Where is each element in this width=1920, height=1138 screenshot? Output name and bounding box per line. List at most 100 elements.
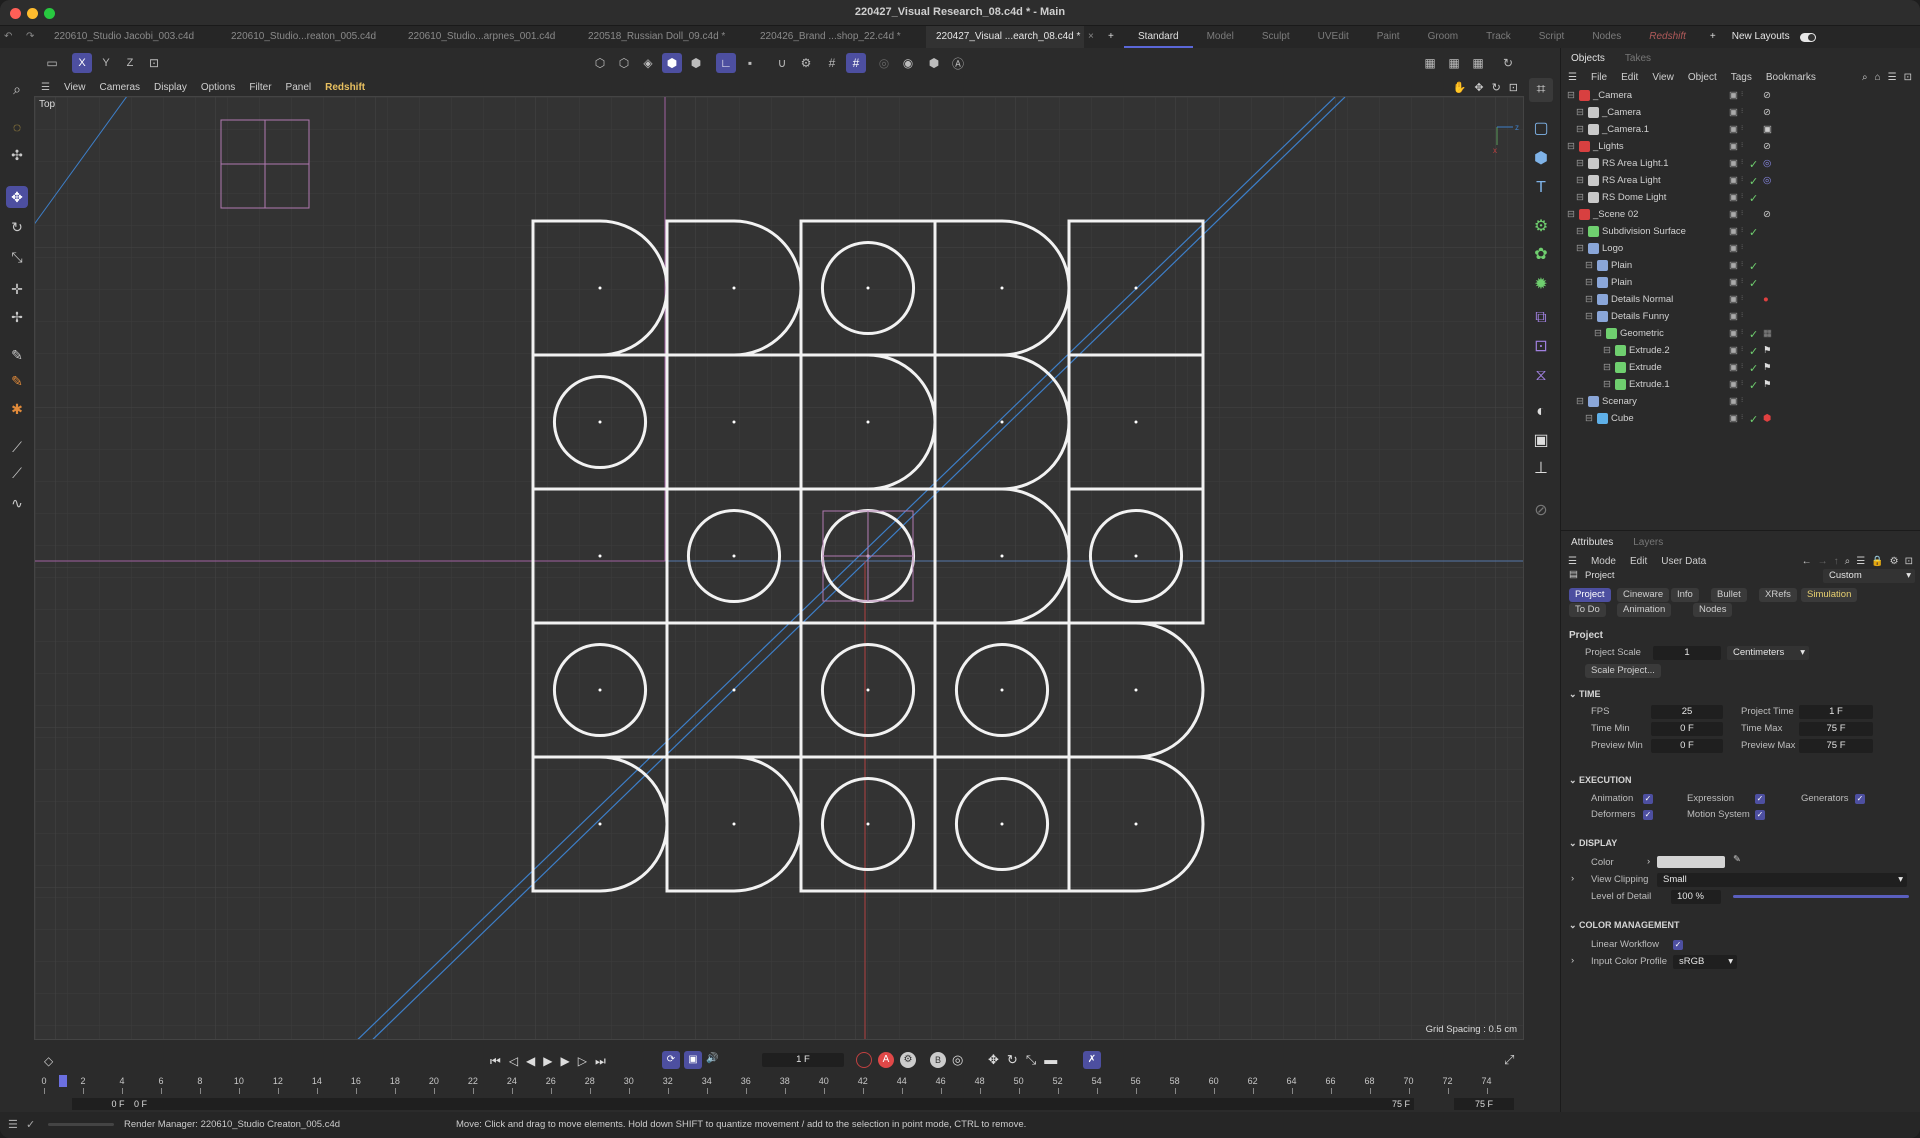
- time-min-input[interactable]: 0 F: [1651, 722, 1723, 736]
- color-swatch[interactable]: [1657, 856, 1725, 868]
- expand-toggle-icon[interactable]: ⊟: [1567, 141, 1575, 152]
- section-time[interactable]: ⌄ TIME: [1569, 689, 1601, 700]
- viewport-menu-cameras[interactable]: Cameras: [92, 82, 147, 93]
- layout-track[interactable]: Track: [1472, 26, 1525, 48]
- objects-menu-file[interactable]: File: [1584, 72, 1614, 83]
- layout-groom[interactable]: Groom: [1414, 26, 1473, 48]
- object-row[interactable]: ⊟ _Lights ▣ ⁝ ⊘: [1561, 139, 1920, 156]
- visibility-dots-icon[interactable]: ⁝: [1741, 260, 1743, 268]
- effector-icon[interactable]: ✹: [1529, 272, 1553, 296]
- material-tag-icon[interactable]: ⬢: [1763, 413, 1771, 424]
- eyedropper-icon[interactable]: ✎: [1733, 854, 1741, 865]
- visibility-dots-icon[interactable]: ⁝: [1741, 396, 1743, 404]
- visibility-dots-icon[interactable]: ⁝: [1741, 243, 1743, 251]
- visibility-dots-icon[interactable]: ⁝: [1741, 175, 1743, 183]
- autokey-icon[interactable]: A: [878, 1052, 894, 1068]
- prev-key-icon[interactable]: ◁: [509, 1054, 518, 1069]
- attr-pill-to-do[interactable]: To Do: [1569, 603, 1606, 617]
- layer-icon[interactable]: ▣: [1729, 226, 1738, 237]
- status-check-icon[interactable]: ✓: [26, 1118, 35, 1131]
- visibility-dots-icon[interactable]: ⁝: [1741, 158, 1743, 166]
- status-menu-icon[interactable]: ☰: [8, 1118, 18, 1131]
- object-row[interactable]: ⊟ Logo ▣ ⁝: [1561, 241, 1920, 258]
- fps-input[interactable]: 25: [1651, 705, 1723, 719]
- visibility-dots-icon[interactable]: ⁝: [1741, 294, 1743, 302]
- timeline-range-bar[interactable]: 0 F 75 F: [130, 1098, 1414, 1110]
- expand-toggle-icon[interactable]: ⊟: [1603, 362, 1611, 373]
- object-row[interactable]: ⊟ Plain ▣ ⁝ ✓: [1561, 258, 1920, 275]
- deformers-checkbox[interactable]: ✓: [1643, 810, 1653, 820]
- viewport[interactable]: x z Top Grid Spacing : 0.5 cm: [34, 96, 1524, 1040]
- expand-toggle-icon[interactable]: ⊟: [1576, 226, 1584, 237]
- snap-enabled-icon[interactable]: #: [846, 53, 866, 73]
- visibility-dots-icon[interactable]: ⁝: [1741, 226, 1743, 234]
- expression-checkbox[interactable]: ✓: [1755, 794, 1765, 804]
- viewport-menu-options[interactable]: Options: [194, 82, 242, 93]
- layout-sculpt[interactable]: Sculpt: [1248, 26, 1304, 48]
- motion-system-checkbox[interactable]: ✓: [1755, 810, 1765, 820]
- axis-x-button[interactable]: X: [72, 53, 92, 73]
- expand-toggle-icon[interactable]: ⊟: [1576, 124, 1584, 135]
- section-display[interactable]: ⌄ DISPLAY: [1569, 838, 1617, 849]
- up-arrow-icon[interactable]: ↑: [1834, 556, 1839, 567]
- doc-tab-6-active[interactable]: 220427_Visual ...earch_08.c4d *: [926, 26, 1084, 48]
- select-tool-icon[interactable]: ◌: [6, 116, 28, 138]
- undo-icon[interactable]: ↶: [0, 26, 22, 48]
- magnet-icon[interactable]: ∪: [772, 53, 792, 73]
- new-layouts-toggle[interactable]: [1799, 32, 1816, 42]
- attr-search-icon[interactable]: ⌕: [1845, 556, 1851, 567]
- pla-key-icon[interactable]: ✗: [1083, 1051, 1101, 1069]
- expand-toggle-icon[interactable]: ⊟: [1576, 192, 1584, 203]
- param-key-icon[interactable]: ▬: [1044, 1052, 1057, 1068]
- section-execution[interactable]: ⌄ EXECUTION: [1569, 775, 1632, 786]
- viewport-menu-view[interactable]: View: [57, 82, 93, 93]
- next-frame-icon[interactable]: ▶: [561, 1054, 570, 1069]
- visibility-dots-icon[interactable]: ⁝: [1741, 328, 1743, 336]
- enabled-check-icon[interactable]: ✓: [1749, 158, 1758, 171]
- play-icon[interactable]: ▶: [543, 1054, 552, 1069]
- go-to-start-icon[interactable]: ⏮: [490, 1054, 501, 1069]
- scale-key-icon[interactable]: ⤡: [1026, 1052, 1036, 1068]
- attr-pill-simulation[interactable]: Simulation: [1801, 588, 1858, 602]
- layer-icon[interactable]: ▣: [1729, 396, 1738, 407]
- expand-toggle-icon[interactable]: ⊟: [1585, 413, 1593, 424]
- enabled-check-icon[interactable]: ✓: [1749, 413, 1758, 426]
- layer-icon[interactable]: ▣: [1729, 192, 1738, 203]
- keyframe-settings-icon[interactable]: ⚙: [900, 1052, 916, 1068]
- attr-pill-nodes[interactable]: Nodes: [1693, 603, 1733, 617]
- record-icon[interactable]: [856, 1052, 872, 1068]
- add-layout-icon[interactable]: +: [1700, 26, 1726, 48]
- lod-input[interactable]: 100 %: [1671, 890, 1721, 904]
- viewport-menu-redshift[interactable]: Redshift: [318, 82, 372, 93]
- attributes-menu-mode[interactable]: Mode: [1584, 556, 1623, 567]
- expand-toggle-icon[interactable]: ⊟: [1585, 311, 1593, 322]
- paint-icon[interactable]: ✎: [6, 370, 28, 392]
- layer-icon[interactable]: ▣: [1729, 158, 1738, 169]
- edges-mode-icon[interactable]: ⬡: [614, 53, 634, 73]
- expand-toggle-icon[interactable]: ⊟: [1603, 379, 1611, 390]
- text-icon[interactable]: T: [1529, 176, 1553, 200]
- expand-toggle-icon[interactable]: ⊟: [1585, 277, 1593, 288]
- move-tool-icon[interactable]: ✥: [6, 186, 28, 208]
- expand-toggle-icon[interactable]: ⊟: [1585, 294, 1593, 305]
- current-frame-field[interactable]: 1 F: [762, 1053, 844, 1067]
- scene-icon[interactable]: ▣: [1529, 428, 1553, 452]
- rotate-tool-icon[interactable]: ↻: [6, 216, 28, 238]
- knife-icon[interactable]: ⟋: [6, 462, 28, 484]
- objects-hamburger-icon[interactable]: ☰: [1561, 72, 1584, 83]
- spline-pen-icon[interactable]: ✎: [6, 344, 28, 366]
- rotation-key-icon[interactable]: ↻: [1007, 1052, 1018, 1068]
- tab-layers[interactable]: Layers: [1623, 537, 1673, 548]
- visibility-dots-icon[interactable]: ⁝: [1741, 362, 1743, 370]
- visibility-dots-icon[interactable]: ⁝: [1741, 124, 1743, 132]
- close-tab-icon[interactable]: ×: [1084, 26, 1102, 48]
- layout-nodes[interactable]: Nodes: [1578, 26, 1635, 48]
- visibility-dots-icon[interactable]: ⁝: [1741, 90, 1743, 98]
- object-row[interactable]: ⊟ Geometric ▣ ⁝ ✓ ▦: [1561, 326, 1920, 343]
- sketch-icon[interactable]: ∿: [6, 492, 28, 514]
- layer-icon[interactable]: ▣: [1729, 124, 1738, 135]
- layer-icon[interactable]: ▣: [1729, 362, 1738, 373]
- enabled-check-icon[interactable]: ✓: [1749, 277, 1758, 290]
- visibility-dots-icon[interactable]: ⁝: [1741, 107, 1743, 115]
- visibility-dots-icon[interactable]: ⁝: [1741, 345, 1743, 353]
